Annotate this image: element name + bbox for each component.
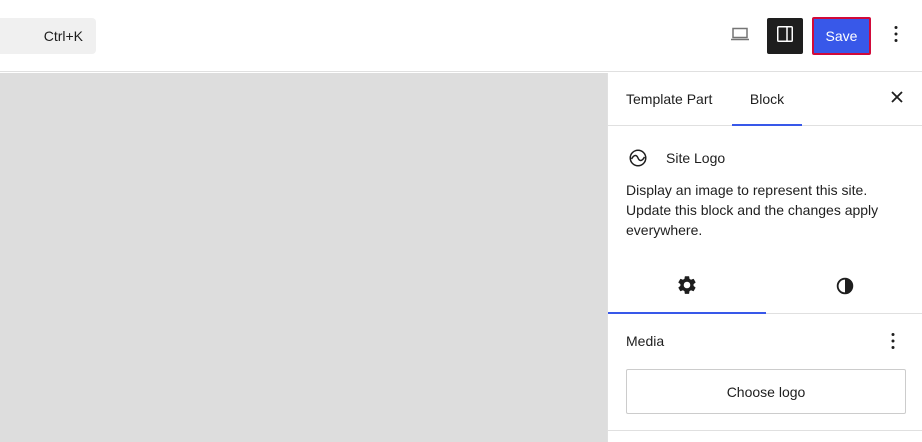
media-panel: Media Choose logo: [608, 314, 922, 431]
sidebar-tabs: Template Part Block: [608, 73, 922, 126]
half-circle-styles-icon: [834, 275, 856, 302]
tab-block[interactable]: Block: [732, 73, 802, 126]
editor-canvas[interactable]: [0, 73, 607, 442]
settings-sidebar-toggle[interactable]: [767, 18, 803, 54]
panel-title: Media: [626, 333, 665, 349]
options-menu-button[interactable]: [878, 18, 914, 54]
tab-styles[interactable]: [766, 263, 922, 314]
editor-header: Ctrl+K Save: [0, 0, 922, 72]
inspector-tabs: [608, 263, 922, 314]
tab-template-part[interactable]: Template Part: [626, 73, 712, 126]
close-icon: [890, 90, 904, 109]
choose-logo-button[interactable]: Choose logo: [626, 369, 906, 414]
site-logo-icon: [626, 146, 650, 170]
panel-options-button[interactable]: [881, 331, 905, 355]
tab-settings[interactable]: [608, 263, 766, 314]
vertical-ellipsis-icon: [884, 22, 908, 51]
laptop-icon: [728, 22, 752, 51]
settings-sidebar: Template Part Block Site Logo Display an…: [607, 73, 922, 442]
command-palette-shortcut[interactable]: Ctrl+K: [0, 18, 96, 54]
vertical-ellipsis-icon: [881, 329, 905, 358]
sidebar-toggle-icon: [773, 22, 797, 51]
block-card: Site Logo Display an image to represent …: [626, 147, 906, 240]
device-preview-button[interactable]: [722, 18, 758, 54]
block-description: Display an image to represent this site.…: [626, 182, 879, 238]
gear-icon: [676, 274, 698, 301]
close-sidebar-button[interactable]: [886, 88, 908, 110]
block-title: Site Logo: [666, 150, 726, 166]
save-button[interactable]: Save: [812, 17, 871, 55]
